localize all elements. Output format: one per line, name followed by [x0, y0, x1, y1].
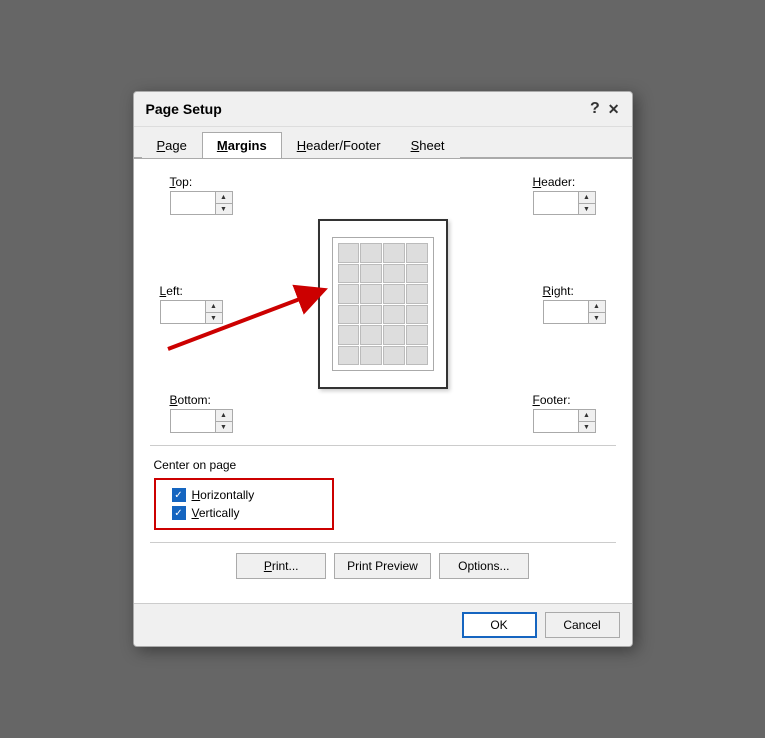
cancel-button[interactable]: Cancel: [545, 612, 620, 638]
top-field-group: Top: 1.9 ▲ ▼: [170, 175, 233, 215]
center-on-page-label: Center on page: [154, 458, 616, 472]
left-field-group: Left: 1.8 ▲ ▼: [160, 284, 223, 324]
footer-spinner-buttons: ▲ ▼: [578, 410, 595, 432]
top-row: Top: 1.9 ▲ ▼ Header: 0.8: [150, 175, 616, 215]
footer-field-group: Footer: 0.8 ▲ ▼: [533, 393, 596, 433]
margin-layout: Top: 1.9 ▲ ▼ Header: 0.8: [150, 175, 616, 433]
dialog-title: Page Setup: [146, 101, 222, 117]
title-bar-controls: ? ✕: [590, 100, 620, 118]
bottom-field-group: Bottom: 1.9 ▲ ▼: [170, 393, 233, 433]
header-increment-button[interactable]: ▲: [579, 192, 595, 203]
separator: [150, 445, 616, 446]
top-label: Top:: [170, 175, 193, 189]
horizontally-label: Horizontally: [192, 488, 255, 502]
center-on-page-section: Center on page ✓ Horizontally ✓ Vertical…: [150, 454, 616, 534]
footer-decrement-button[interactable]: ▼: [579, 421, 595, 432]
left-spinner-buttons: ▲ ▼: [205, 301, 222, 323]
footer-label: Footer:: [533, 393, 571, 407]
bottom-spinner: 1.9 ▲ ▼: [170, 409, 233, 433]
vertically-checkbox[interactable]: ✓: [172, 506, 186, 520]
vertically-checkbox-item[interactable]: ✓ Vertically: [172, 506, 316, 520]
page-setup-dialog: Page Setup ? ✕ Page Margins Header/Foote…: [133, 91, 633, 647]
bottom-decrement-button[interactable]: ▼: [216, 421, 232, 432]
right-label: Right:: [543, 284, 574, 298]
left-increment-button[interactable]: ▲: [206, 301, 222, 312]
table-preview: [338, 243, 428, 365]
table-preview-row: [338, 284, 428, 304]
content-area: Top: 1.9 ▲ ▼ Header: 0.8: [134, 158, 632, 603]
top-decrement-button[interactable]: ▼: [216, 203, 232, 214]
header-label: Header:: [533, 175, 576, 189]
footer-spinner: 0.8 ▲ ▼: [533, 409, 596, 433]
left-input[interactable]: 1.8: [161, 301, 205, 323]
table-preview-row: [338, 305, 428, 325]
options-button[interactable]: Options...: [439, 553, 529, 579]
vertically-label: Vertically: [192, 506, 240, 520]
bottom-input[interactable]: 1.9: [171, 410, 215, 432]
print-button[interactable]: Print...: [236, 553, 326, 579]
horizontally-checkbox[interactable]: ✓: [172, 488, 186, 502]
header-input[interactable]: 0.8: [534, 192, 578, 214]
close-button[interactable]: ✕: [608, 102, 620, 116]
print-preview-button[interactable]: Print Preview: [334, 553, 431, 579]
tab-bar: Page Margins Header/Footer Sheet: [134, 127, 632, 158]
table-preview-row: [338, 264, 428, 284]
right-field-group: Right: 1.8 ▲ ▼: [543, 284, 606, 324]
page-preview-container: [318, 219, 448, 389]
bottom-increment-button[interactable]: ▲: [216, 410, 232, 421]
footer-input[interactable]: 0.8: [534, 410, 578, 432]
left-decrement-button[interactable]: ▼: [206, 312, 222, 323]
top-increment-button[interactable]: ▲: [216, 192, 232, 203]
right-increment-button[interactable]: ▲: [589, 301, 605, 312]
top-input[interactable]: 1.9: [171, 192, 215, 214]
help-button[interactable]: ?: [590, 100, 600, 118]
bottom-label: Bottom:: [170, 393, 211, 407]
right-input[interactable]: 1.8: [544, 301, 588, 323]
tab-header-footer[interactable]: Header/Footer: [282, 132, 396, 158]
left-spinner: 1.8 ▲ ▼: [160, 300, 223, 324]
right-spinner: 1.8 ▲ ▼: [543, 300, 606, 324]
header-decrement-button[interactable]: ▼: [579, 203, 595, 214]
table-preview-row: [338, 243, 428, 263]
top-spinner-buttons: ▲ ▼: [215, 192, 232, 214]
horizontally-checkbox-item[interactable]: ✓ Horizontally: [172, 488, 316, 502]
table-preview-row: [338, 325, 428, 345]
checkbox-group: ✓ Horizontally ✓ Vertically: [154, 478, 334, 530]
top-spinner: 1.9 ▲ ▼: [170, 191, 233, 215]
bottom-spinner-buttons: ▲ ▼: [215, 410, 232, 432]
table-preview-row: [338, 346, 428, 366]
ok-button[interactable]: OK: [462, 612, 537, 638]
right-decrement-button[interactable]: ▼: [589, 312, 605, 323]
right-spinner-buttons: ▲ ▼: [588, 301, 605, 323]
action-buttons-row: Print... Print Preview Options...: [150, 542, 616, 587]
left-label: Left:: [160, 284, 183, 298]
header-spinner-buttons: ▲ ▼: [578, 192, 595, 214]
tab-margins[interactable]: Margins: [202, 132, 282, 158]
title-bar: Page Setup ? ✕: [134, 92, 632, 127]
tab-page[interactable]: Page: [142, 132, 202, 158]
header-field-group: Header: 0.8 ▲ ▼: [533, 175, 596, 215]
footer-increment-button[interactable]: ▲: [579, 410, 595, 421]
header-spinner: 0.8 ▲ ▼: [533, 191, 596, 215]
tab-sheet[interactable]: Sheet: [396, 132, 460, 158]
page-preview: [318, 219, 448, 389]
middle-row: Left: 1.8 ▲ ▼: [150, 219, 616, 389]
bottom-buttons-row: OK Cancel: [134, 603, 632, 646]
bottom-row: Bottom: 1.9 ▲ ▼ Footer: 0.: [150, 393, 616, 433]
